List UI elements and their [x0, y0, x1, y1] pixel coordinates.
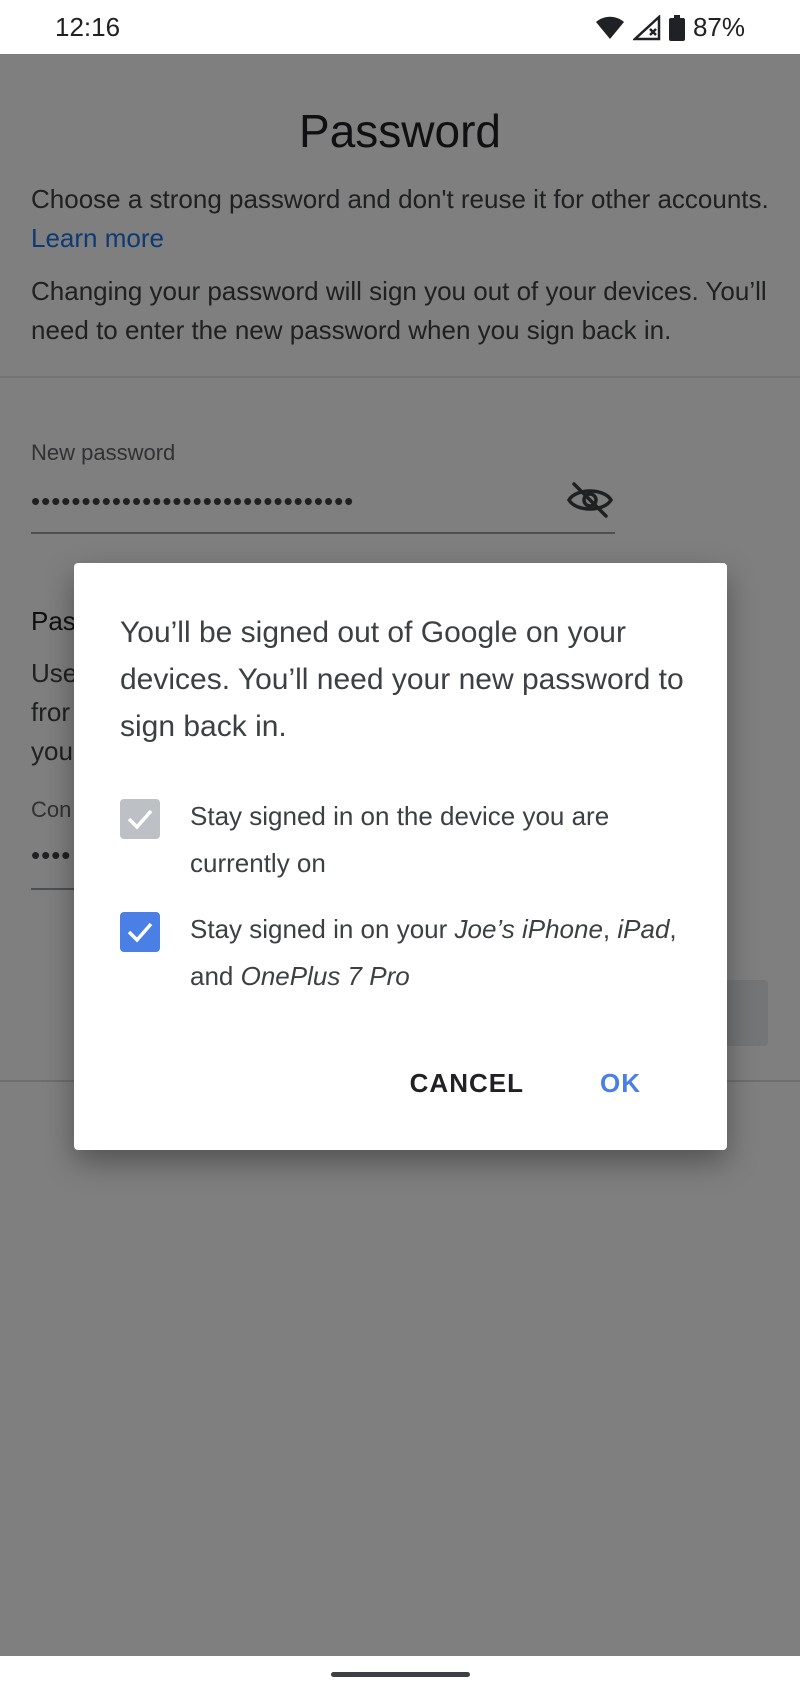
sign-out-dialog: You’ll be signed out of Google on your d…	[74, 563, 727, 1150]
stay-signed-in-devices-option[interactable]: Stay signed in on your Joe’s iPhone, iPa…	[120, 906, 690, 1000]
dialog-message: You’ll be signed out of Google on your d…	[120, 616, 684, 743]
screen: 12:16 87% Password	[0, 0, 800, 1689]
device-name: OnePlus 7 Pro	[240, 961, 410, 991]
status-time: 12:16	[55, 12, 121, 42]
status-bar: 12:16 87%	[0, 0, 800, 54]
option-prefix: Stay signed in on your	[190, 914, 455, 944]
battery-icon	[668, 14, 685, 41]
other-devices-label: Stay signed in on your Joe’s iPhone, iPa…	[190, 906, 690, 1000]
navigation-bar	[0, 1656, 800, 1689]
ok-button[interactable]: OK	[600, 1068, 641, 1099]
device-name: iPad	[617, 914, 670, 944]
checkmark-icon	[127, 809, 153, 830]
stay-signed-in-current-option: Stay signed in on the device you are cur…	[120, 793, 690, 887]
device-name: Joe’s iPhone	[454, 914, 603, 944]
battery-percent: 87%	[692, 12, 745, 42]
current-device-checkbox	[120, 799, 160, 839]
signal-icon	[632, 14, 661, 41]
separator: ,	[602, 914, 618, 944]
cancel-button[interactable]: CANCEL	[410, 1068, 524, 1099]
checkmark-icon	[127, 922, 153, 943]
current-device-label: Stay signed in on the device you are cur…	[190, 801, 610, 878]
wifi-icon	[595, 15, 625, 41]
home-gesture-handle[interactable]	[331, 1672, 470, 1677]
other-devices-checkbox[interactable]	[120, 912, 160, 952]
dialog-actions: CANCEL OK	[410, 1068, 641, 1099]
status-icons: 87%	[595, 12, 745, 43]
